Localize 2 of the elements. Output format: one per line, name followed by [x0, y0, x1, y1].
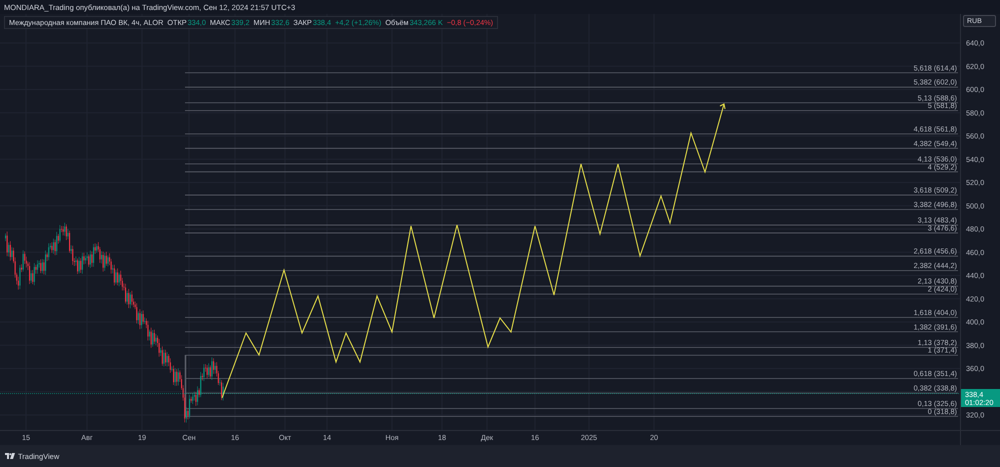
range-edge-line — [184, 355, 186, 417]
tradingview-logo-icon — [5, 453, 15, 459]
